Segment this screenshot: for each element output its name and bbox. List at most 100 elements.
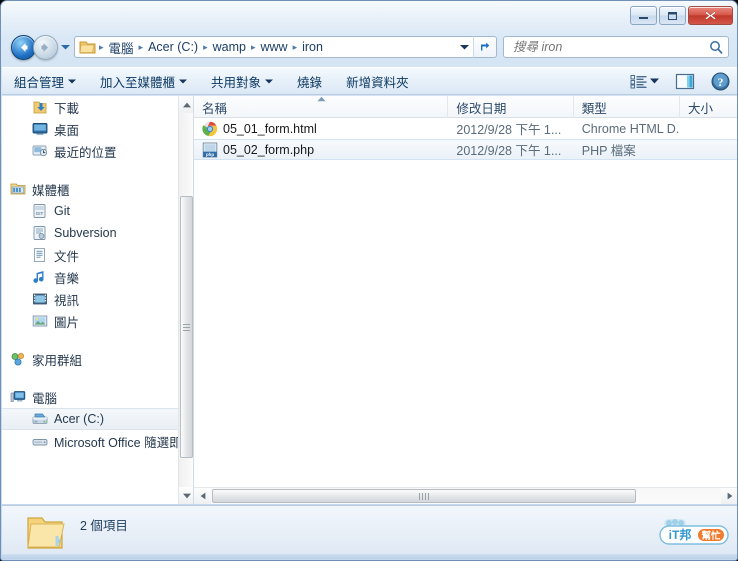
scroll-left-button[interactable] xyxy=(194,488,211,504)
sidebar-item-homegroup[interactable]: 家用群組 xyxy=(2,348,178,370)
sidebar-item-label: 家用群組 xyxy=(32,353,83,368)
sidebar-item-libraries[interactable]: 媒體櫃 xyxy=(2,178,178,200)
sidebar-item-videos[interactable]: 視訊 xyxy=(2,288,178,310)
toolbar: 組合管理 加入至媒體櫃 共用對象 燒錄 新增資料夾 ? xyxy=(2,67,737,95)
column-header-date-modified[interactable]: 修改日期 xyxy=(448,96,574,118)
sidebar-item-label: 下載 xyxy=(54,101,80,116)
folder-large-icon xyxy=(27,517,65,549)
forward-button[interactable] xyxy=(33,34,58,60)
sidebar-item-label: 音樂 xyxy=(54,271,80,286)
sidebar-item-label: Subversion xyxy=(54,226,117,240)
column-header-label: 類型 xyxy=(581,101,607,116)
libraries-icon xyxy=(10,183,26,195)
chevron-right-icon xyxy=(727,492,732,500)
column-header-type[interactable]: 類型 xyxy=(574,96,680,118)
toolbar-item-include-in-library[interactable]: 加入至媒體櫃 xyxy=(89,68,198,95)
scroll-down-button[interactable] xyxy=(179,487,193,504)
navigation-pane-scrollbar[interactable] xyxy=(178,96,193,504)
breadcrumb-item-3[interactable]: www xyxy=(256,39,291,55)
scroll-right-button[interactable] xyxy=(721,488,737,504)
file-name-cell[interactable]: 05_01_form.html xyxy=(194,121,448,137)
sidebar-item-downloads[interactable]: 下載 xyxy=(2,96,178,118)
column-header-size[interactable]: 大小 xyxy=(680,96,737,118)
sidebar-item-ms-office-click-to-run[interactable]: Microsoft Office 隨選即 xyxy=(2,430,178,452)
toolbar-item-share-with[interactable]: 共用對象 xyxy=(200,68,284,95)
chevron-left-icon xyxy=(200,492,205,500)
table-row[interactable]: 05_01_form.html 2012/9/28 下午 1... Chrome… xyxy=(194,118,737,139)
chevron-down-icon xyxy=(459,45,469,50)
search-icon[interactable] xyxy=(709,40,724,55)
sidebar-item-label: 視訊 xyxy=(54,293,80,308)
refresh-button[interactable] xyxy=(473,36,497,58)
toolbar-item-organize[interactable]: 組合管理 xyxy=(3,68,87,95)
navigation-pane[interactable]: 下載 桌面 最近的位置 媒體櫃 GIT Git Subversion 文件 音樂… xyxy=(2,96,194,504)
sidebar-item-label: 最近的位置 xyxy=(54,145,117,160)
file-type-cell: PHP 檔案 xyxy=(581,144,636,158)
homegroup-icon xyxy=(11,353,24,366)
watermark-badge-text: 幫忙 xyxy=(701,530,721,542)
scrollbar-thumb[interactable] xyxy=(180,196,193,458)
sidebar-item-label: Acer (C:) xyxy=(54,412,104,426)
maximize-button[interactable] xyxy=(659,6,686,25)
php-file-icon: php xyxy=(202,142,218,157)
help-icon: ? xyxy=(711,72,730,90)
table-row[interactable]: php 05_02_form.php 2012/9/28 下午 1... PHP… xyxy=(194,139,737,160)
sidebar-item-label: Git xyxy=(54,204,70,218)
svg-text:?: ? xyxy=(718,75,724,89)
status-bar: 2 個項目 iT邦 幫忙 xyxy=(2,505,737,555)
search-input[interactable] xyxy=(511,39,709,55)
file-list-horizontal-scrollbar[interactable] xyxy=(194,487,737,504)
scrollbar-thumb[interactable] xyxy=(212,489,636,503)
file-name-cell[interactable]: php 05_02_form.php xyxy=(194,142,448,158)
breadcrumb-item-4[interactable]: iron xyxy=(298,39,327,55)
minimize-button[interactable] xyxy=(630,6,657,25)
close-button[interactable] xyxy=(688,6,733,25)
file-date-cell: 2012/9/28 下午 1... xyxy=(456,144,562,158)
breadcrumb: ▸ 電腦 ▸ Acer (C:) ▸ wamp ▸ www ▸ iron xyxy=(98,37,455,57)
explorer-window: ▸ 電腦 ▸ Acer (C:) ▸ wamp ▸ www ▸ iron 搜尋 … xyxy=(0,0,738,561)
sidebar-item-pictures[interactable]: 圖片 xyxy=(2,310,178,332)
sidebar-item-documents[interactable]: 文件 xyxy=(2,244,178,266)
folder-icon xyxy=(79,41,96,53)
toolbar-item-new-folder[interactable]: 新增資料夾 xyxy=(335,68,420,95)
scroll-up-button[interactable] xyxy=(179,96,193,113)
view-options-button[interactable] xyxy=(624,70,665,93)
scrollbar-grip xyxy=(419,492,429,500)
sidebar-item-git[interactable]: GIT Git xyxy=(2,200,178,222)
breadcrumb-item-0[interactable]: 電腦 xyxy=(105,37,138,57)
title-bar[interactable] xyxy=(1,1,737,29)
forward-arrow-icon xyxy=(41,42,48,52)
sidebar-item-label: 媒體櫃 xyxy=(32,183,70,198)
subversion-library-icon xyxy=(33,226,46,240)
sidebar-item-acer-c[interactable]: Acer (C:) xyxy=(2,408,178,430)
chevron-down-icon xyxy=(60,45,70,50)
music-library-icon xyxy=(33,271,44,283)
videos-library-icon xyxy=(33,293,47,305)
search-box[interactable] xyxy=(503,36,729,58)
sidebar-item-computer[interactable]: 電腦 xyxy=(2,386,178,408)
breadcrumb-dropdown-button[interactable] xyxy=(455,37,473,57)
close-icon xyxy=(704,11,717,20)
preview-pane-button[interactable] xyxy=(669,69,701,94)
sidebar-item-label: 文件 xyxy=(54,249,80,264)
toolbar-item-burn[interactable]: 燒錄 xyxy=(286,68,333,95)
sidebar-item-desktop[interactable]: 桌面 xyxy=(2,118,178,140)
toolbar-item-label: 燒錄 xyxy=(297,75,323,90)
sidebar-item-subversion[interactable]: Subversion xyxy=(2,222,178,244)
chevron-up-icon xyxy=(182,102,191,107)
history-dropdown-button[interactable] xyxy=(58,35,72,60)
window-bottom-edge xyxy=(2,554,737,559)
breadcrumb-bar[interactable]: ▸ 電腦 ▸ Acer (C:) ▸ wamp ▸ www ▸ iron xyxy=(74,36,473,58)
breadcrumb-item-2[interactable]: wamp xyxy=(209,39,250,55)
breadcrumb-item-1[interactable]: Acer (C:) xyxy=(144,39,202,55)
chevron-down-icon xyxy=(650,78,659,84)
column-header-name[interactable]: 名稱 xyxy=(194,96,449,118)
file-list-pane[interactable]: 名稱 修改日期 類型 大小 05_01_form.html 2012/9/28 … xyxy=(194,96,737,504)
column-header-label: 大小 xyxy=(687,101,713,116)
help-button[interactable]: ? xyxy=(705,68,736,95)
sidebar-item-music[interactable]: 音樂 xyxy=(2,266,178,288)
column-header-row: 名稱 修改日期 類型 大小 xyxy=(194,96,737,118)
sidebar-item-recent-places[interactable]: 最近的位置 xyxy=(2,140,178,162)
